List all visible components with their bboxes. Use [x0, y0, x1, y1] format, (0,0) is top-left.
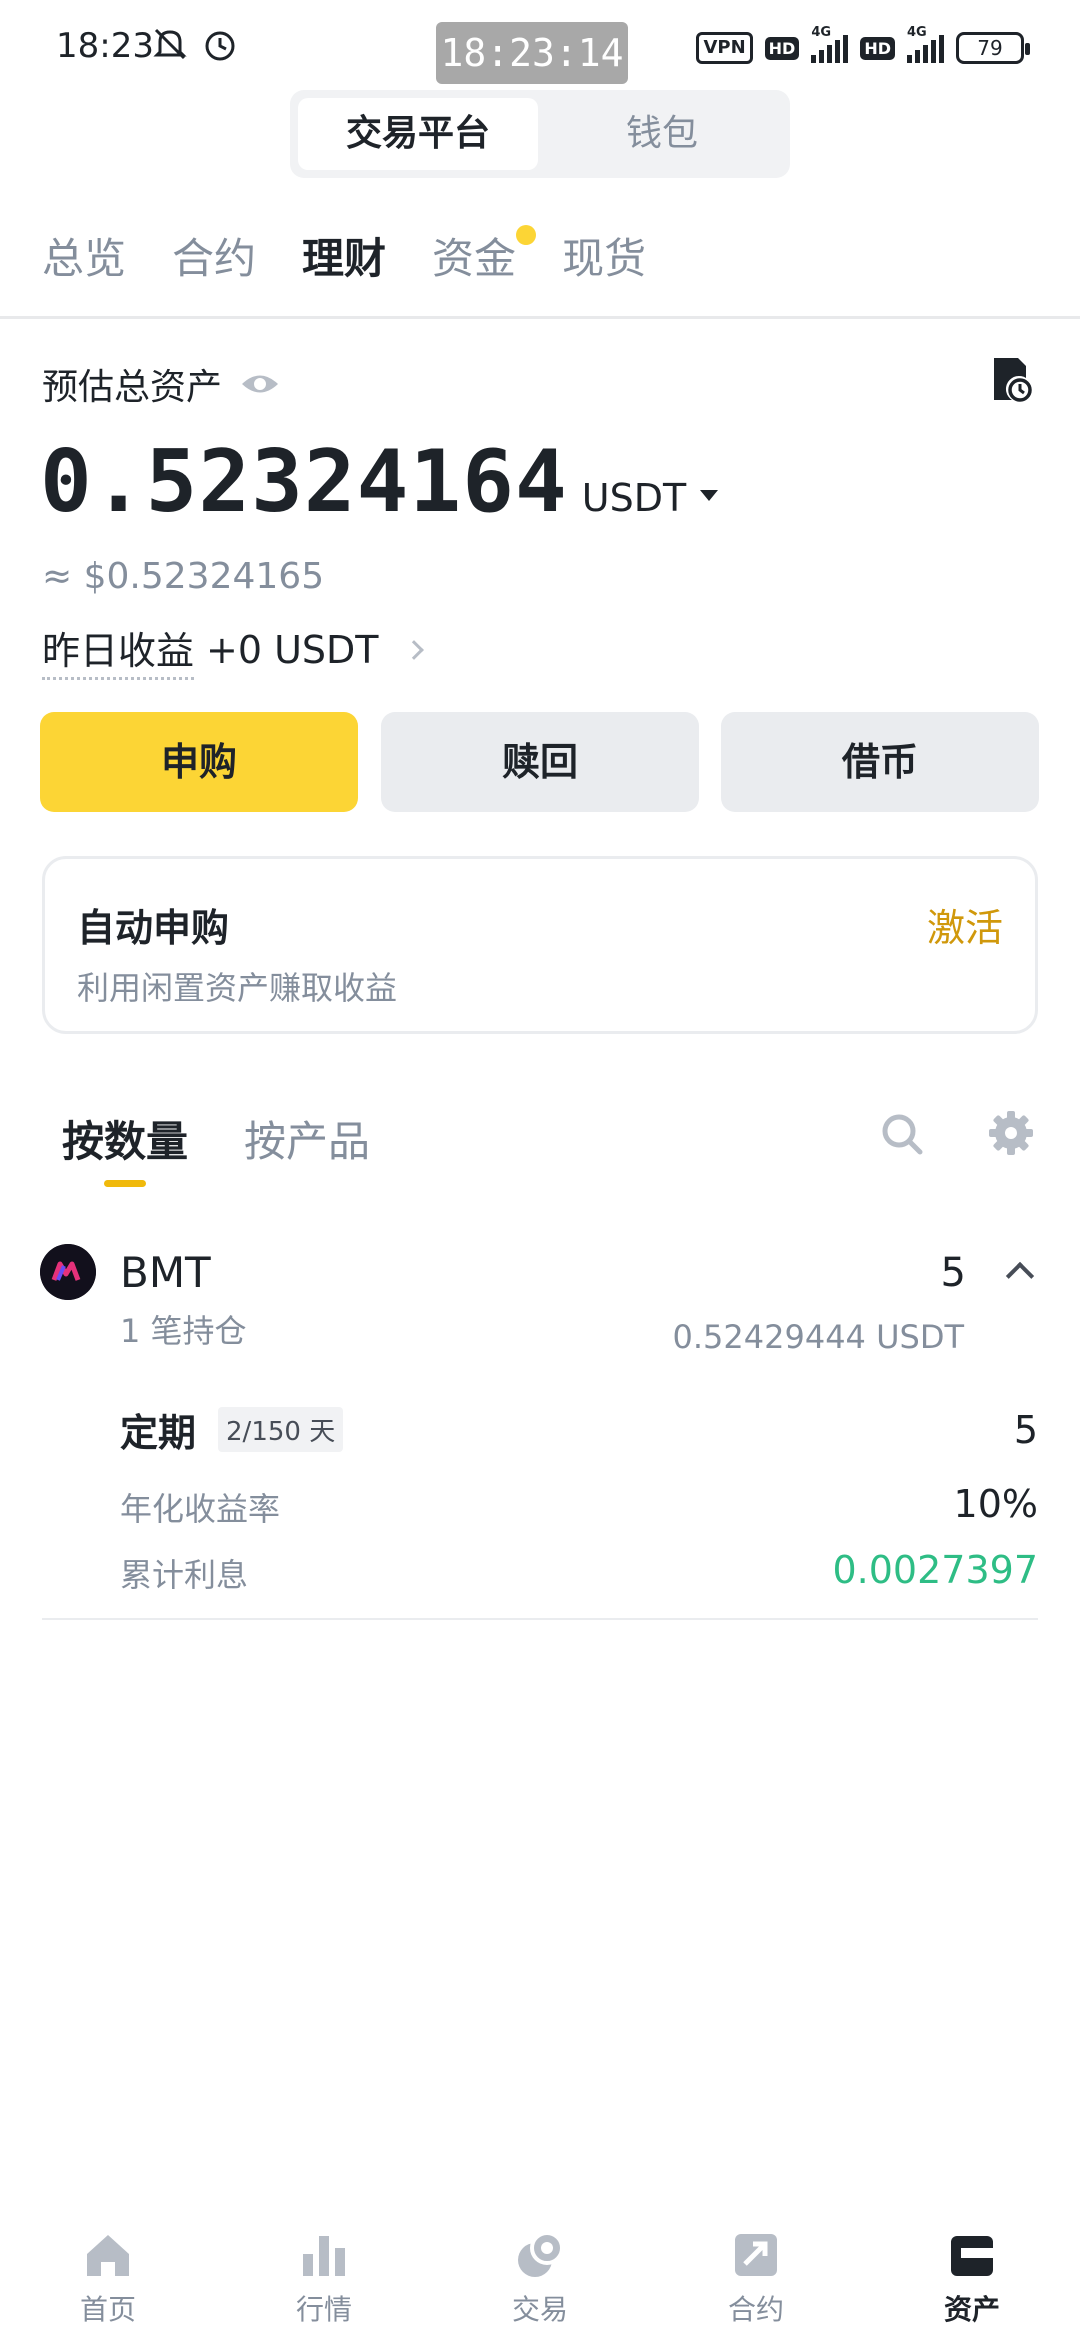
nav-trade[interactable]: 交易 — [432, 2210, 648, 2340]
fiat-value: ≈ $0.52324165 — [42, 556, 325, 597]
product-amount: 5 — [1013, 1408, 1038, 1452]
activate-link[interactable]: 激活 — [927, 897, 1003, 952]
status-time: 18:23 — [56, 26, 154, 66]
bmt-coin-icon — [40, 1244, 96, 1300]
platform-switch: 交易平台 钱包 — [290, 90, 790, 178]
subscribe-button[interactable]: 申购 — [40, 712, 358, 812]
history-icon[interactable] — [990, 356, 1032, 402]
redeem-button[interactable]: 赎回 — [381, 712, 699, 812]
alarm-icon — [205, 31, 235, 61]
hd-badge: HD — [764, 36, 800, 60]
notification-dot — [516, 225, 537, 245]
chevron-right-icon — [403, 640, 424, 660]
card-title: 自动申购 — [77, 906, 230, 950]
balance-value: 0.52324164 — [40, 432, 568, 532]
eye-icon[interactable] — [240, 371, 280, 397]
chevron-up-icon[interactable] — [1005, 1261, 1035, 1291]
coin-usdt-value: 0.52429444 USDT — [672, 1318, 965, 1356]
segment-wallet[interactable]: 钱包 — [542, 98, 782, 170]
tab-funding[interactable]: 资金 — [432, 225, 537, 295]
nav-markets[interactable]: 行情 — [216, 2210, 432, 2340]
yesterday-label: 昨日收益 — [42, 620, 195, 680]
clock-overlay: 18:23:14 — [436, 22, 628, 84]
bell-off-icon — [153, 28, 187, 60]
nav-home[interactable]: 首页 — [0, 2210, 216, 2340]
borrow-button[interactable]: 借币 — [721, 712, 1039, 812]
tab-by-product[interactable]: 按产品 — [244, 1108, 370, 1169]
total-assets-label: 预估总资产 — [42, 358, 280, 410]
apr-label: 年化收益率 — [120, 1490, 281, 1528]
product-type: 定期 2/150 天 — [120, 1402, 344, 1457]
yesterday-earnings[interactable]: 昨日收益 +0 USDT — [42, 620, 424, 680]
trade-icon — [518, 2231, 564, 2277]
signal-icon-2: 4G — [907, 25, 944, 63]
gear-icon[interactable] — [988, 1110, 1034, 1156]
signal-icon: 4G — [811, 25, 849, 63]
tab-by-quantity[interactable]: 按数量 — [62, 1108, 188, 1169]
nav-assets[interactable]: 资产 — [864, 2210, 1080, 2340]
tab-futures[interactable]: 合约 — [172, 225, 256, 295]
nav-futures[interactable]: 合约 — [648, 2210, 864, 2340]
tab-overview[interactable]: 总览 — [42, 225, 126, 295]
coin-name: BMT — [120, 1248, 211, 1297]
search-icon[interactable] — [880, 1112, 924, 1156]
apr-value: 10% — [953, 1482, 1038, 1526]
bar-chart-icon — [303, 2236, 345, 2276]
tab-earn[interactable]: 理财 — [302, 225, 386, 295]
coin-amount: 5 — [940, 1250, 966, 1296]
futures-icon — [735, 2234, 777, 2276]
balance: 0.52324164 USDT — [40, 432, 719, 532]
home-icon — [87, 2235, 129, 2276]
divider — [0, 316, 1080, 319]
interest-value: 0.0027397 — [832, 1548, 1039, 1592]
caret-down-icon[interactable] — [700, 490, 719, 501]
interest-label: 累计利息 — [120, 1556, 249, 1594]
holdings-tabs: 按数量 按产品 — [62, 1108, 370, 1169]
segment-exchange[interactable]: 交易平台 — [298, 98, 538, 170]
wallet-icon — [951, 2236, 993, 2276]
positions-count: 1 笔持仓 — [120, 1312, 247, 1350]
status-indicators: VPN HD 4G HD 4G 79 — [696, 25, 1030, 68]
vpn-badge: VPN — [696, 32, 753, 64]
active-tab-underline — [104, 1180, 146, 1187]
battery-icon: 79 — [956, 32, 1030, 64]
tab-spot[interactable]: 现货 — [562, 225, 646, 295]
asset-tabs: 总览 合约 理财 资金 现货 — [42, 225, 646, 295]
yesterday-value: +0 USDT — [206, 628, 379, 672]
status-bar: 18:23 18:23:14 VPN HD 4G HD 4G 79 — [0, 0, 1080, 90]
auto-subscribe-card: 自动申购 利用闲置资产赚取收益 激活 — [42, 856, 1038, 1034]
balance-unit-selector[interactable]: USDT — [582, 476, 686, 520]
divider — [42, 1618, 1038, 1620]
bottom-nav: 首页 行情 交易 合约 资产 — [0, 2210, 1080, 2340]
hd-badge-2: HD — [860, 36, 895, 60]
card-subtitle: 利用闲置资产赚取收益 — [77, 969, 398, 1007]
term-badge: 2/150 天 — [218, 1407, 344, 1452]
